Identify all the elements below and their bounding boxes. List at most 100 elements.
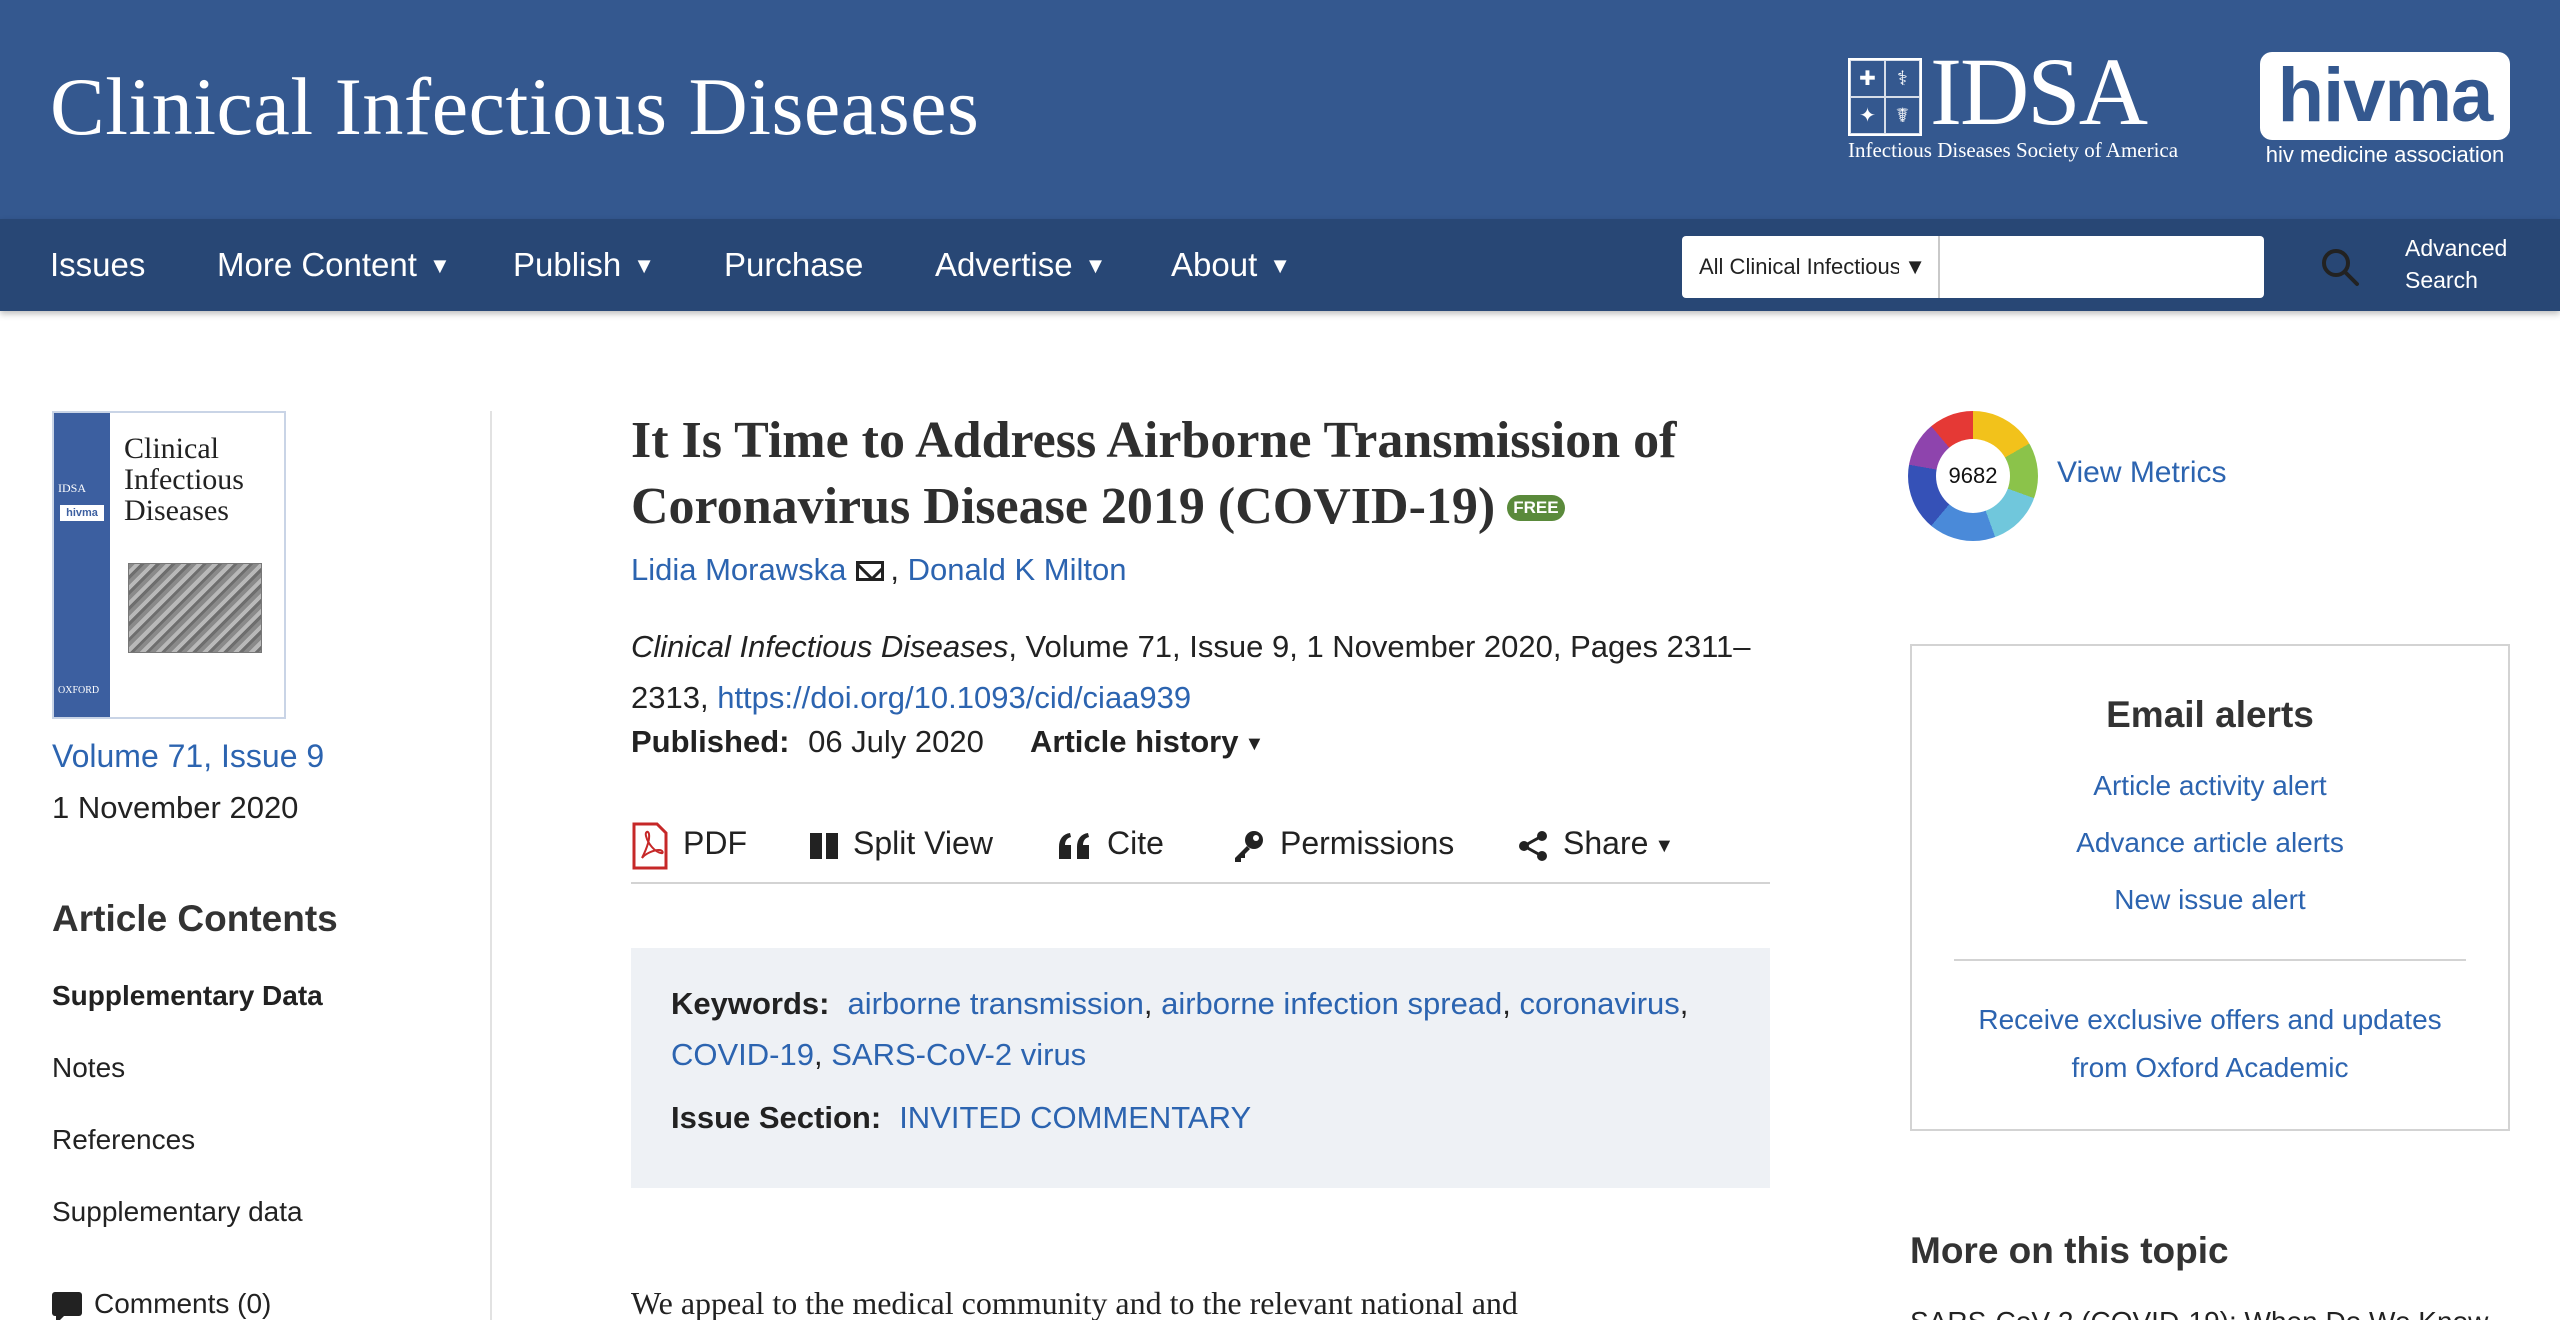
share-label: Share: [1563, 825, 1649, 861]
permissions-button[interactable]: Permissions: [1232, 818, 1454, 868]
nav-item-label: About: [1171, 246, 1258, 283]
comments-link[interactable]: Comments (0): [52, 1288, 271, 1320]
issue-section-line: Issue Section: INVITED COMMENTARY: [671, 1100, 1251, 1136]
advanced-search-line2: Search: [2405, 267, 2478, 293]
mail-icon[interactable]: [856, 561, 885, 581]
related-article-title: SARS-CoV-2 (COVID-19): When Do We Know..…: [1910, 1308, 2510, 1320]
nav-item-issues[interactable]: Issues: [50, 219, 145, 311]
article-history-toggle[interactable]: Article history ▼: [1030, 724, 1264, 760]
toc-item-references[interactable]: References: [52, 1124, 195, 1156]
chevron-down-icon: ▼: [1904, 254, 1926, 279]
advance-article-alerts-link[interactable]: Advance article alerts: [1912, 827, 2508, 859]
hivma-logo[interactable]: hivma hiv medicine association: [2260, 52, 2510, 168]
issue-date: 1 November 2020: [52, 790, 299, 825]
author-list: Lidia Morawska, Donald K Milton: [631, 552, 1126, 588]
quote-icon: [1059, 832, 1089, 859]
nav-item-label: Publish: [513, 246, 622, 283]
issue-section-link[interactable]: INVITED COMMENTARY: [899, 1100, 1251, 1135]
issue-cover-image[interactable]: IDSA hivma OXFORD Clinical Infectious Di…: [52, 411, 286, 719]
cover-artwork: [128, 563, 262, 653]
email-alerts-title: Email alerts: [2106, 694, 2314, 735]
email-alerts-panel: Email alerts Article activity alert Adva…: [1910, 644, 2510, 1131]
toc-item-notes[interactable]: Notes: [52, 1052, 125, 1084]
toc-item-supplementary-data[interactable]: Supplementary Data: [52, 980, 323, 1012]
search-scope-select[interactable]: All Clinical Infectious Diseases ▼: [1682, 236, 1940, 298]
share-icon: [1519, 830, 1547, 861]
citation: Clinical Infectious Diseases, Volume 71,…: [631, 621, 1801, 723]
article-toolbar: PDF Split View Cite Permissions Share ▼: [631, 812, 1770, 884]
nav-item-label: Purchase: [724, 246, 864, 283]
keyword-link[interactable]: airborne infection spread: [1161, 986, 1502, 1021]
keyword-link[interactable]: COVID-19: [671, 1037, 814, 1072]
split-view-icon: [810, 832, 838, 859]
search-button[interactable]: [2318, 245, 2362, 289]
chevron-down-icon: ▼: [1084, 253, 1107, 278]
idsa-logo[interactable]: ✚ ⚕ ✦ ☤ IDSA Infectious Diseases Society of…: [1848, 44, 2222, 164]
cover-spine-idsa: IDSA: [58, 481, 87, 495]
related-article-link[interactable]: SARS-CoV-2 (COVID-19): When Do We Know..…: [1910, 1306, 2510, 1320]
hivma-logo-subtitle: hiv medicine association: [2265, 142, 2505, 167]
volume-issue-link[interactable]: Volume 71, Issue 9: [52, 738, 324, 775]
share-button[interactable]: Share ▼: [1517, 818, 1674, 868]
article-history-label: Article history: [1030, 724, 1239, 759]
comments-label: Comments (0): [94, 1288, 272, 1319]
nav-item-publish[interactable]: Publish ▼: [513, 219, 655, 311]
altmetric-badge[interactable]: 9682: [1908, 411, 2038, 541]
pdf-label: PDF: [683, 825, 747, 861]
published-label: Published:: [631, 724, 790, 759]
cite-label: Cite: [1107, 825, 1164, 861]
permissions-label: Permissions: [1280, 825, 1455, 861]
author-separator: ,: [890, 552, 899, 587]
idsa-logo-text: IDSA: [1930, 38, 2148, 145]
article-title: It Is Time to Address Airborne Transmiss…: [631, 408, 1801, 540]
article-activity-alert-link[interactable]: Article activity alert: [1912, 770, 2508, 802]
article-contents-heading: Article Contents: [52, 898, 338, 939]
cover-spine-hivma: hivma: [60, 505, 104, 521]
author-link[interactable]: Lidia Morawska: [631, 552, 846, 587]
chevron-down-icon: ▼: [428, 253, 451, 278]
cover-spine-oxford: OXFORD: [58, 685, 100, 696]
pdf-icon: [632, 822, 668, 870]
nav-item-about[interactable]: About ▼: [1171, 219, 1291, 311]
new-issue-alert-link[interactable]: New issue alert: [1912, 884, 2508, 916]
keyword-link[interactable]: SARS-CoV-2 virus: [831, 1037, 1086, 1072]
nav-item-more-content[interactable]: More Content ▼: [217, 219, 451, 311]
comment-icon: [52, 1292, 82, 1320]
idsa-emblem-icon: ✚ ⚕ ✦ ☤: [1848, 58, 1922, 136]
author-link[interactable]: Donald K Milton: [908, 552, 1127, 587]
keywords-line-2: COVID-19, SARS-CoV-2 virus: [671, 1037, 1087, 1072]
keyword-link[interactable]: airborne transmission: [847, 986, 1143, 1021]
journal-title[interactable]: Clinical Infectious Diseases: [50, 60, 979, 154]
journal-name: Clinical Infectious Diseases: [631, 629, 1009, 664]
site-header: Clinical Infectious Diseases ✚ ⚕ ✦ ☤ IDSA I…: [0, 0, 2560, 219]
chevron-down-icon: ▼: [633, 253, 656, 278]
cover-spine: IDSA hivma OXFORD: [54, 413, 110, 717]
nav-item-advertise[interactable]: Advertise ▼: [935, 219, 1106, 311]
search-scope-value: All Clinical Infectious Diseases: [1699, 254, 1899, 279]
altmetric-score: 9682: [1936, 439, 2010, 513]
advanced-search-link[interactable]: Advanced Search: [2405, 232, 2525, 296]
keywords-line-1: Keywords: airborne transmission, airborne…: [671, 986, 1689, 1021]
column-divider: [490, 411, 492, 1320]
view-metrics-link[interactable]: View Metrics: [2057, 456, 2226, 490]
toc-item-supplementary-data-2[interactable]: Supplementary data: [52, 1196, 303, 1228]
keywords-label: Keywords:: [671, 986, 830, 1021]
nav-item-purchase[interactable]: Purchase: [724, 219, 863, 311]
hivma-logo-text: hivma: [2260, 52, 2510, 140]
split-view-button[interactable]: Split View: [809, 818, 993, 868]
idsa-logo-subtitle: Infectious Diseases Society of America: [1848, 138, 2179, 162]
search-icon: [2322, 249, 2359, 286]
cite-button[interactable]: Cite: [1057, 818, 1164, 868]
advanced-search-line1: Advanced: [2405, 235, 2508, 261]
nav-item-label: More Content: [217, 246, 417, 283]
keyword-link[interactable]: coronavirus: [1520, 986, 1680, 1021]
doi-link[interactable]: https://doi.org/10.1093/cid/ciaa939: [717, 680, 1191, 715]
split-view-label: Split View: [853, 825, 993, 861]
article-body-first-line: We appeal to the medical community and t…: [631, 1285, 1518, 1320]
exclusive-offers-link[interactable]: Receive exclusive offers and updates fro…: [1952, 996, 2468, 1092]
free-badge: FREE: [1507, 495, 1565, 521]
keywords-panel: Keywords: airborne transmission, airborne…: [631, 948, 1770, 1188]
search-input[interactable]: [1940, 236, 2264, 298]
caret-down-icon: ▼: [1654, 835, 1675, 857]
pdf-button[interactable]: PDF: [631, 818, 747, 870]
